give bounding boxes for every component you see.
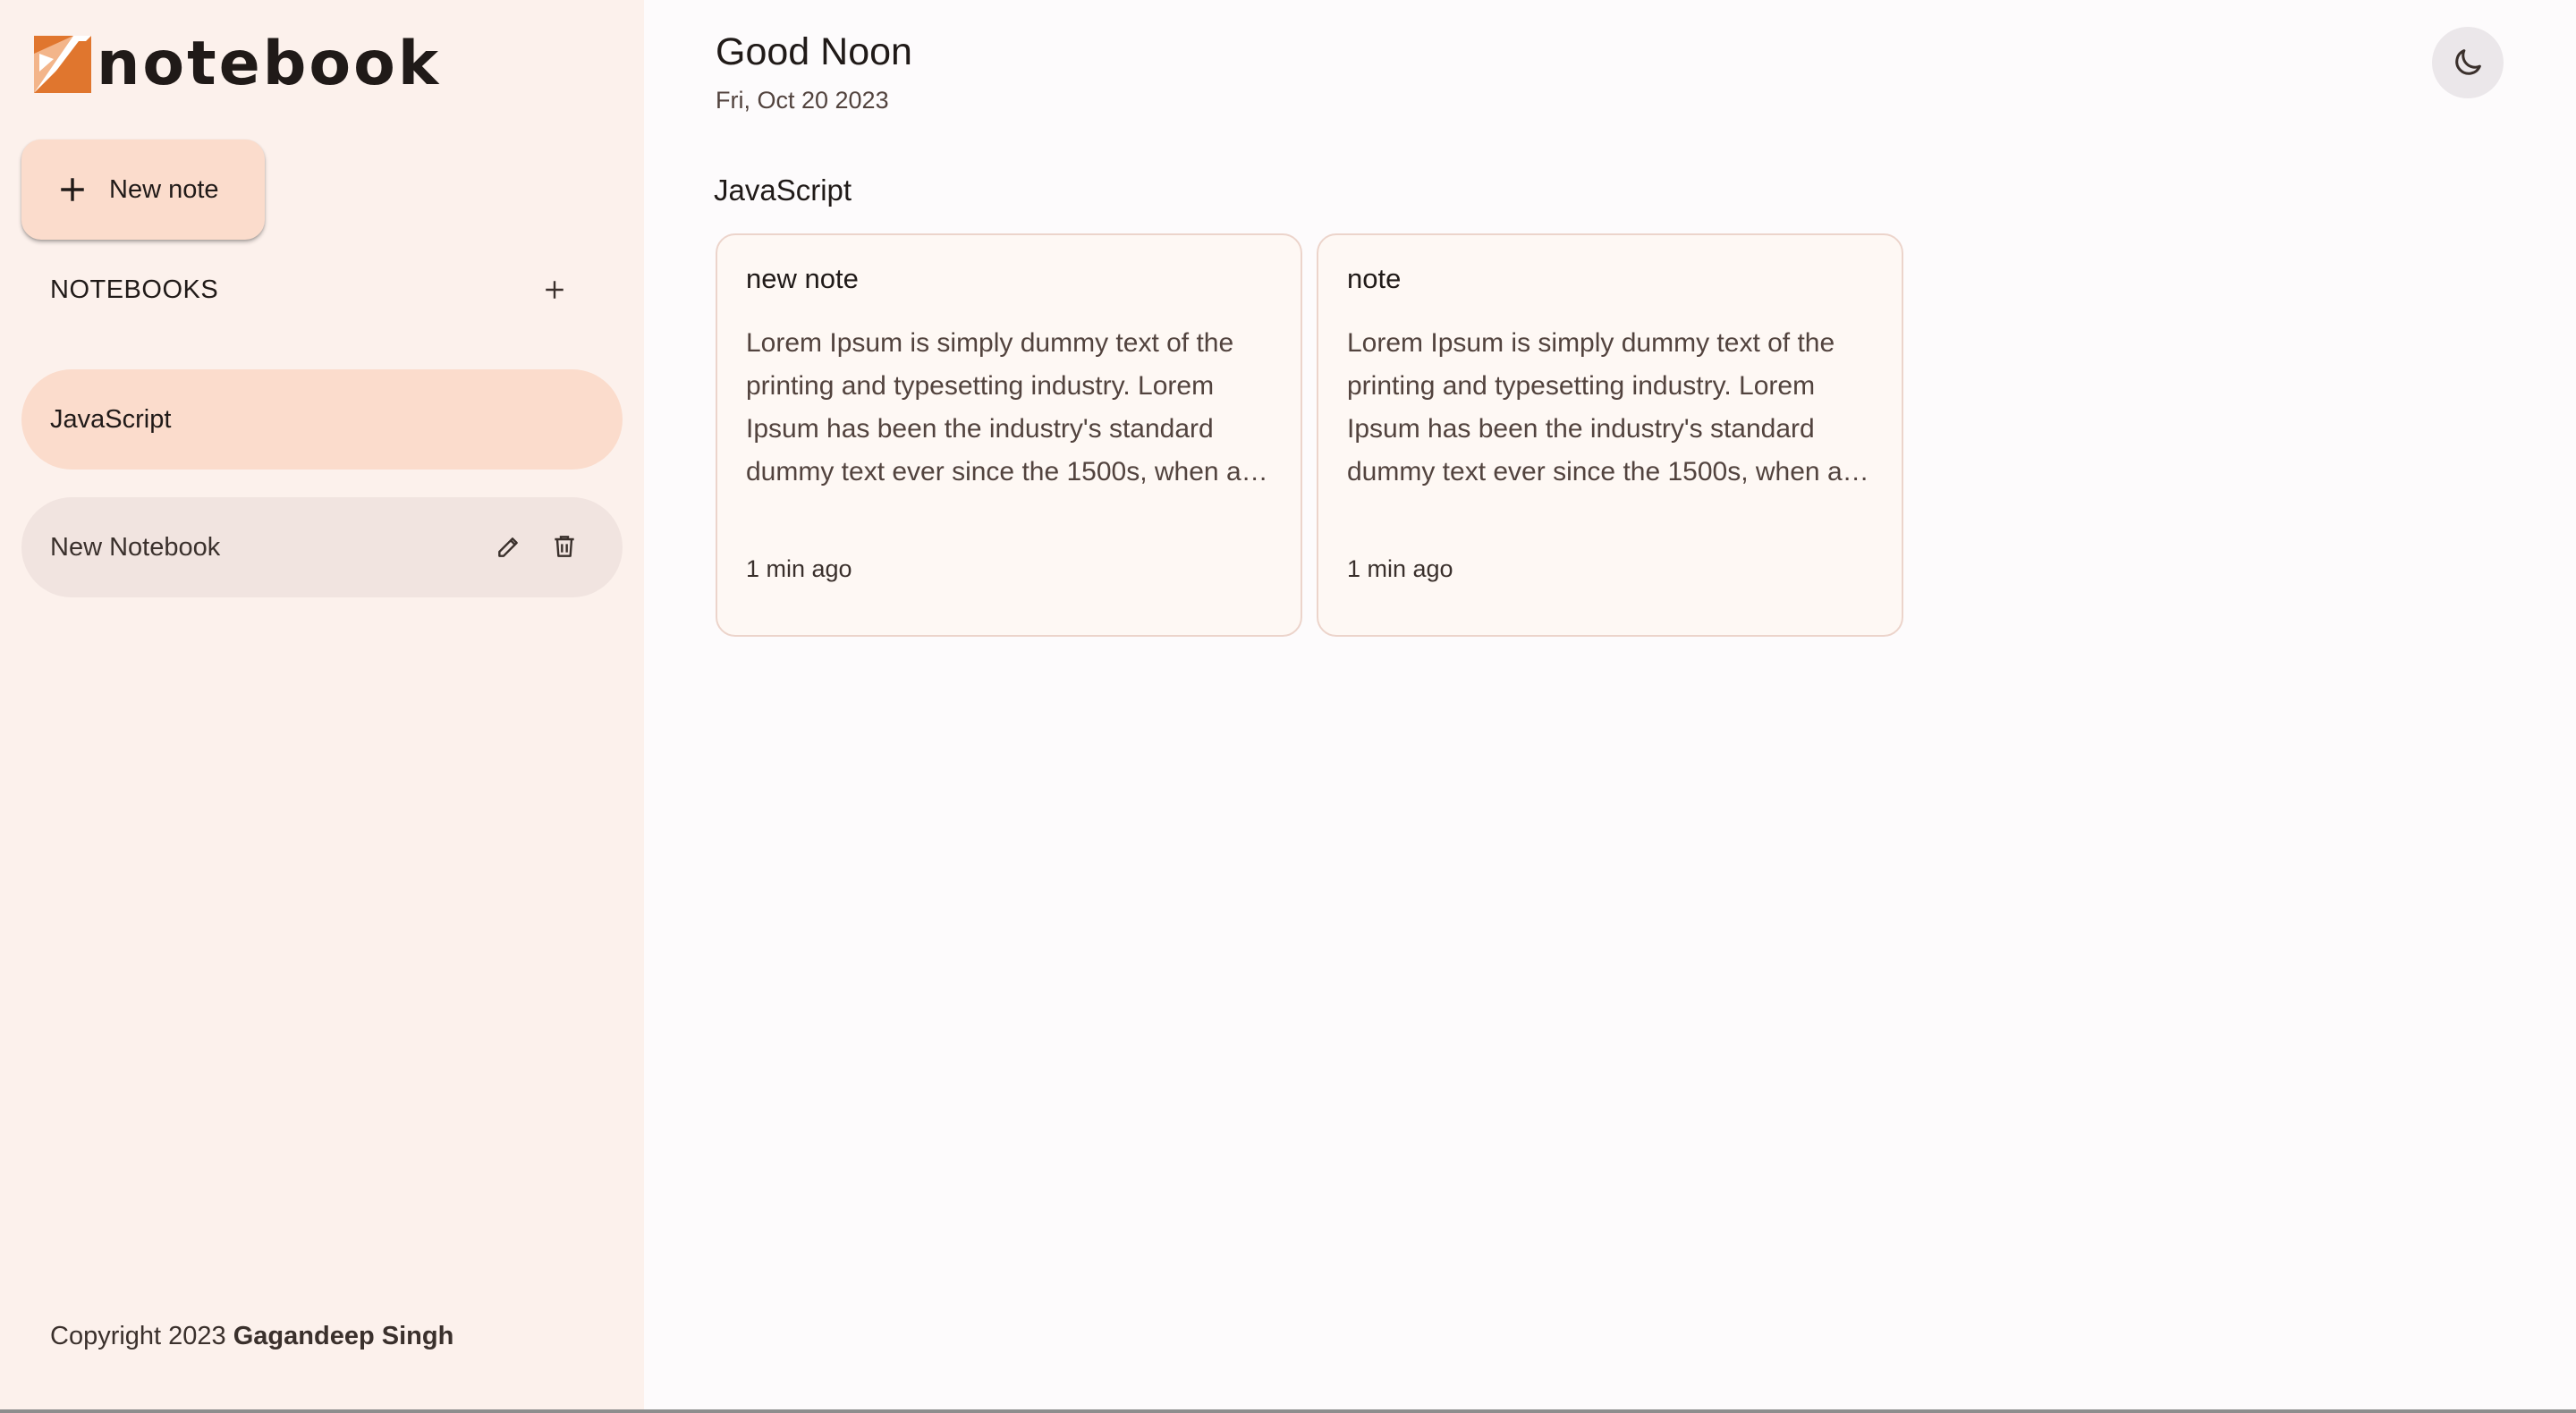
note-time: 1 min ago	[1347, 555, 1453, 582]
app-logo[interactable]: notebook	[34, 34, 441, 95]
app-root: notebook New note NOTEBOOKS JavaScript N…	[0, 0, 2576, 1413]
note-card[interactable]: note Lorem Ipsum is simply dummy text of…	[1317, 233, 1903, 637]
notebook-item-new-notebook[interactable]: New Notebook	[21, 497, 623, 597]
new-note-button[interactable]: New note	[21, 140, 265, 240]
note-title: new note	[746, 263, 859, 294]
note-body: Lorem Ipsum is simply dummy text of the …	[1347, 328, 1858, 487]
note-body: Lorem Ipsum is simply dummy text of the …	[746, 328, 1257, 487]
plus-icon	[546, 281, 564, 299]
copyright-prefix: Copyright 2023	[50, 1322, 226, 1350]
moon-icon	[2455, 49, 2481, 75]
edit-notebook-button[interactable]	[487, 524, 531, 569]
note-title: note	[1347, 263, 1402, 294]
notebook-item-javascript[interactable]: JavaScript	[21, 369, 623, 470]
plus-icon	[61, 178, 84, 201]
notebook-actions	[487, 524, 587, 569]
notebooks-title: NOTEBOOKS	[50, 275, 219, 304]
notebook-label: JavaScript	[50, 404, 172, 434]
copyright-author[interactable]: Gagandeep Singh	[233, 1322, 454, 1350]
new-note-label: New note	[109, 174, 219, 204]
note-time: 1 min ago	[746, 555, 852, 582]
note-card[interactable]: new note Lorem Ipsum is simply dummy tex…	[716, 233, 1302, 637]
notebook-logo-icon	[34, 36, 91, 93]
notebook-title: JavaScript	[714, 173, 852, 207]
window-bottom-border	[0, 1409, 2576, 1413]
current-date: Fri, Oct 20 2023	[716, 87, 889, 114]
theme-toggle-button[interactable]	[2432, 27, 2504, 98]
trash-icon	[555, 536, 574, 557]
add-notebook-button[interactable]	[533, 268, 576, 311]
notebooks-header: NOTEBOOKS	[50, 274, 587, 306]
app-name: notebook	[97, 29, 442, 99]
main-content: Good Noon Fri, Oct 20 2023 JavaScript ne…	[644, 0, 2576, 1413]
notebook-label: New Notebook	[50, 532, 221, 562]
greeting: Good Noon	[716, 30, 912, 73]
copyright: Copyright 2023 Gagandeep Singh	[50, 1322, 453, 1351]
notes-grid: new note Lorem Ipsum is simply dummy tex…	[716, 233, 1903, 637]
pencil-icon	[498, 537, 518, 557]
sidebar: notebook New note NOTEBOOKS JavaScript N…	[0, 0, 644, 1413]
delete-notebook-button[interactable]	[542, 524, 587, 569]
